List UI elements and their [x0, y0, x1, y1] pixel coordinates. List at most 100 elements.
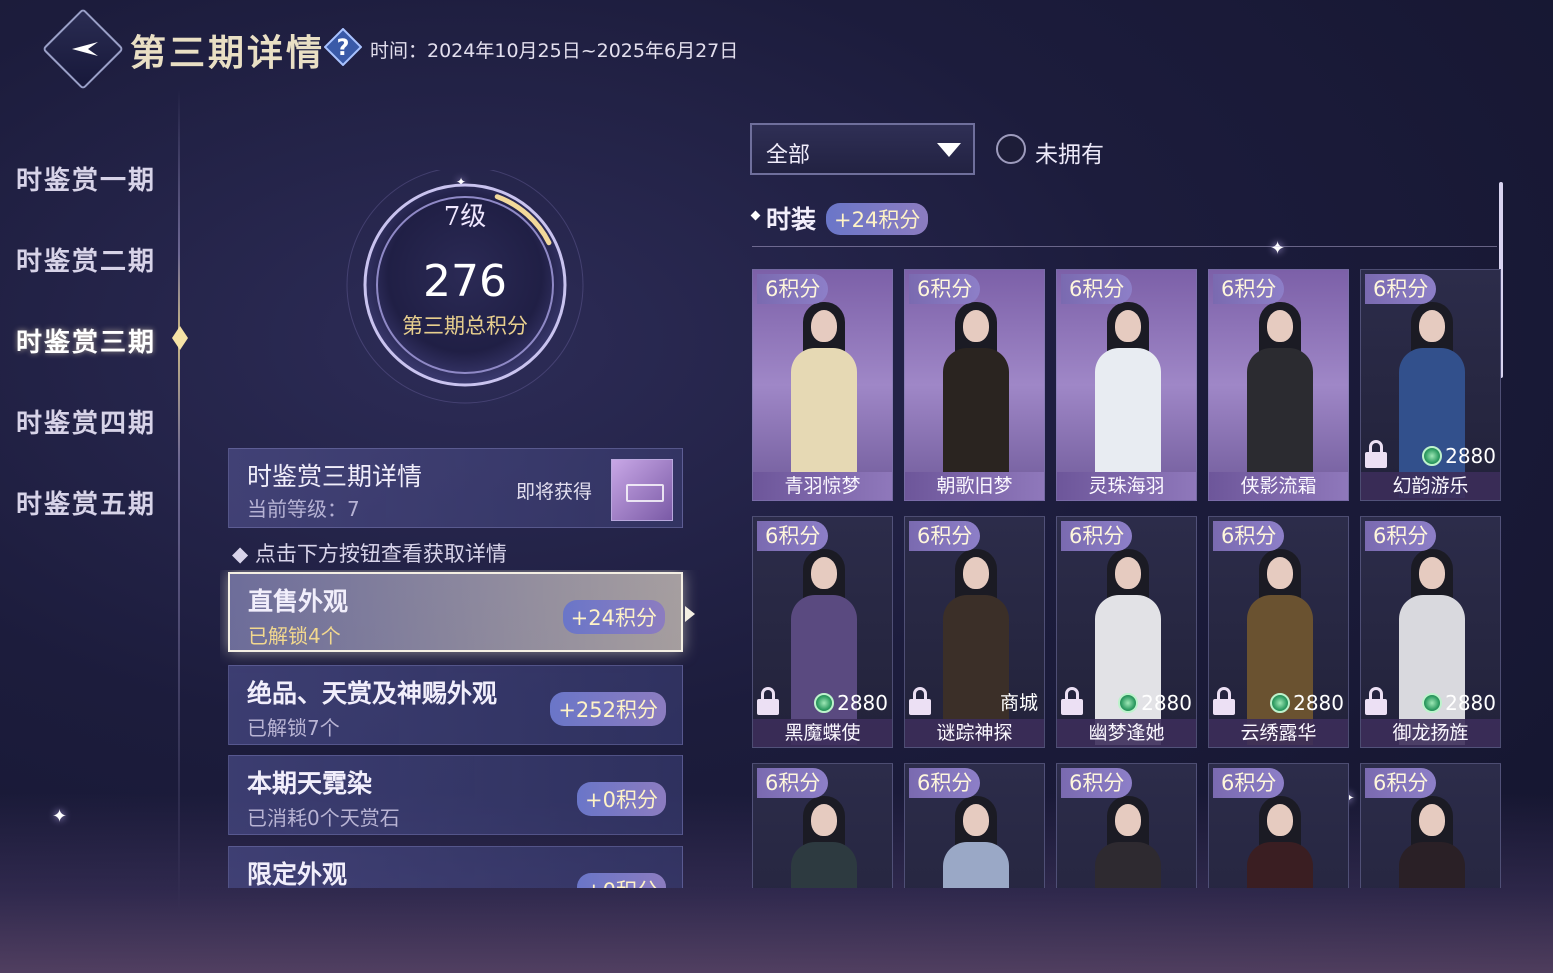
outfit-points: 6积分	[1213, 521, 1285, 551]
outfit-figure	[1397, 790, 1467, 888]
outfit-card[interactable]: 6积分 侠影流霜	[1208, 269, 1349, 501]
lock-body	[1365, 699, 1387, 715]
lock-icon	[1365, 440, 1387, 468]
outfit-points: 6积分	[1061, 768, 1133, 798]
sidebar-item-period-2[interactable]: 时鉴赏二期	[16, 241, 156, 278]
outfit-card[interactable]: 6积分	[752, 763, 893, 888]
outfit-points: 6积分	[909, 274, 981, 304]
figure-head	[963, 557, 989, 589]
page-title: 第三期详情	[130, 32, 326, 74]
filter-selected: 全部	[766, 143, 811, 168]
figure-head	[1267, 557, 1293, 589]
sidebar-item-period-4[interactable]: 时鉴赏四期	[16, 403, 156, 440]
lock-icon	[1213, 687, 1235, 715]
category-title: 直售外观	[248, 587, 349, 616]
figure-head	[1267, 804, 1293, 836]
figure-head	[1115, 557, 1141, 589]
lock-icon	[1365, 687, 1387, 715]
section-title: 时装	[766, 205, 817, 234]
price-value: 2880	[837, 691, 888, 715]
jade-currency-icon	[1422, 446, 1443, 466]
lock-icon	[1061, 687, 1083, 715]
outfit-points: 6积分	[1365, 274, 1437, 304]
figure-head	[811, 804, 837, 836]
outfit-name: 云绣露华	[1209, 719, 1348, 747]
outfit-points: 6积分	[1213, 768, 1285, 798]
back-arrow-icon	[72, 42, 98, 56]
price-value: 2880	[1141, 691, 1192, 715]
svg-text:?: ?	[337, 36, 350, 61]
chevron-down-icon	[937, 143, 961, 157]
jade-currency-icon	[1118, 693, 1139, 713]
category-premium[interactable]: 绝品、天赏及神赐外观 已解锁7个 +252积分	[228, 665, 683, 745]
outfit-price: 2880	[1422, 444, 1496, 468]
outfit-card[interactable]: 6积分 商城 谜踪神探	[904, 516, 1045, 748]
outfit-card[interactable]: 6积分 2880 幻韵游乐	[1360, 269, 1501, 501]
figure-head	[1115, 310, 1141, 342]
outfit-card[interactable]: 6积分 青羽惊梦	[752, 269, 893, 501]
outfit-figure	[1093, 790, 1163, 888]
figure-head	[1419, 310, 1445, 342]
figure-head	[1115, 804, 1141, 836]
jade-currency-icon	[1270, 693, 1291, 713]
unowned-label[interactable]: 未拥有	[1035, 135, 1104, 169]
sidebar-item-period-3[interactable]: 时鉴赏三期	[16, 322, 156, 359]
upcoming-reward-icon[interactable]	[611, 459, 673, 521]
hint-text: ◆ 点击下方按钮查看获取详情	[232, 542, 507, 566]
category-title: 限定外观	[247, 860, 348, 888]
price-value: 2880	[1445, 444, 1496, 468]
outfit-name: 幻韵游乐	[1361, 472, 1500, 500]
sidebar-item-period-5[interactable]: 时鉴赏五期	[16, 484, 156, 521]
outfit-points: 6积分	[757, 768, 829, 798]
lock-body	[909, 699, 931, 715]
sidebar-divider	[178, 90, 180, 910]
category-sub: 已解锁7个	[247, 716, 340, 740]
upcoming-reward-label: 即将获得	[516, 481, 593, 503]
outfit-points: 6积分	[1061, 521, 1133, 551]
lock-body	[1365, 452, 1387, 468]
outfit-card[interactable]: 6积分	[1360, 763, 1501, 888]
outfit-name: 侠影流霜	[1209, 472, 1348, 500]
lock-body	[757, 699, 779, 715]
outfit-card[interactable]: 6积分 2880 御龙扬旌	[1360, 516, 1501, 748]
outfit-card[interactable]: 6积分朝歌旧梦	[904, 269, 1045, 501]
category-dye[interactable]: 本期天霓染 已消耗0个天赏石 +0积分	[228, 755, 683, 835]
outfit-figure	[1245, 296, 1315, 498]
outfit-card[interactable]: 6积分 2880 黑魔蝶使	[752, 516, 893, 748]
selected-arrow-icon	[685, 606, 695, 622]
outfit-figure	[1245, 790, 1315, 888]
figure-head	[811, 557, 837, 589]
sidebar-item-period-1[interactable]: 时鉴赏一期	[16, 160, 156, 197]
outfit-points: 6积分	[757, 521, 829, 551]
sparkle-icon: ✦	[1270, 238, 1286, 259]
shop-tag: 商城	[999, 692, 1038, 714]
outfit-card[interactable]: 6积分	[1056, 763, 1197, 888]
price-value: 2880	[1293, 691, 1344, 715]
filter-dropdown[interactable]: 全部	[750, 123, 975, 175]
outfit-name: 朝歌旧梦	[905, 472, 1044, 500]
category-limited[interactable]: 限定外观 +0积分	[228, 846, 683, 888]
outfit-price: 2880	[814, 691, 888, 715]
category-sub: 已消耗0个天赏石	[247, 806, 400, 830]
outfit-card[interactable]: 6积分	[904, 763, 1045, 888]
outfit-points: 6积分	[909, 768, 981, 798]
figure-head	[1419, 804, 1445, 836]
total-score: 276	[423, 256, 507, 307]
outfit-figure	[789, 296, 859, 498]
outfit-figure	[1093, 296, 1163, 498]
jade-currency-icon	[814, 693, 835, 713]
outfit-card[interactable]: 6积分	[1208, 763, 1349, 888]
outfit-card[interactable]: 6积分 2880 云绣露华	[1208, 516, 1349, 748]
figure-head	[811, 310, 837, 342]
period-detail-card[interactable]: 时鉴赏三期详情 当前等级：7 即将获得	[228, 448, 683, 528]
outfit-card[interactable]: 6积分 2880 幽梦逢她	[1056, 516, 1197, 748]
help-icon[interactable]: ?	[324, 28, 362, 66]
outfit-points: 6积分	[1365, 521, 1437, 551]
outfit-card[interactable]: 6积分 灵珠海羽	[1056, 269, 1197, 501]
figure-body	[1399, 842, 1465, 888]
section-points: +24积分	[826, 203, 929, 235]
unowned-radio[interactable]	[996, 134, 1026, 164]
outfit-name: 幽梦逢她	[1057, 719, 1196, 747]
category-direct-sale[interactable]: 直售外观 已解锁4个 +24积分	[228, 572, 695, 652]
level-label: 7级	[443, 202, 487, 232]
